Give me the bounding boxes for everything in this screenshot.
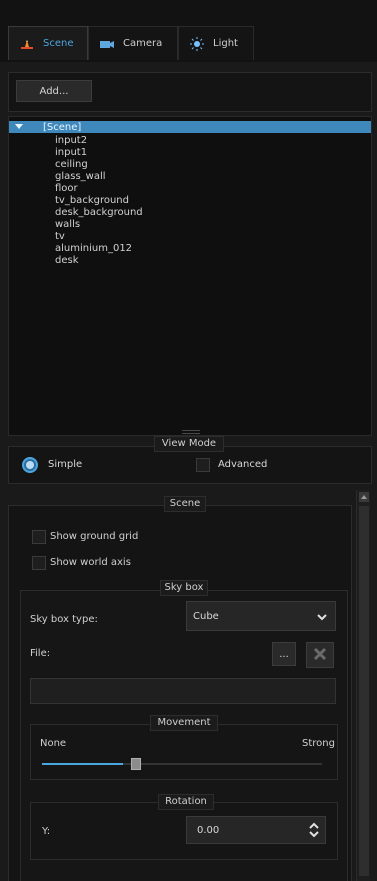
show-world-axis-label: Show world axis bbox=[50, 557, 131, 568]
rotation-y-value: 0.00 bbox=[197, 824, 220, 836]
add-button[interactable]: Add... bbox=[16, 80, 92, 102]
sky-box-type-label: Sky box type: bbox=[30, 614, 98, 625]
movement-slider-handle[interactable] bbox=[131, 758, 142, 770]
scroll-thumb[interactable] bbox=[359, 506, 369, 876]
tab-light[interactable]: Light bbox=[178, 26, 254, 60]
file-label: File: bbox=[30, 648, 51, 659]
tree-item-glass-wall[interactable]: glass_wall bbox=[55, 171, 106, 183]
tree-item-desk-background[interactable]: desk_background bbox=[55, 207, 143, 219]
spin-arrows-icon[interactable] bbox=[309, 821, 319, 842]
movement-title: Movement bbox=[150, 715, 218, 731]
splitter-handle[interactable] bbox=[182, 430, 200, 434]
scroll-up-icon[interactable] bbox=[359, 492, 369, 502]
sky-box-type-value: Cube bbox=[193, 610, 219, 622]
collapse-arrow-icon[interactable] bbox=[15, 122, 25, 133]
advanced-label: Advanced bbox=[218, 459, 268, 470]
view-mode-title: View Mode bbox=[154, 436, 224, 452]
show-ground-grid-checkbox[interactable] bbox=[32, 530, 46, 544]
light-icon bbox=[189, 36, 205, 51]
tree-item-desk[interactable]: desk bbox=[55, 255, 79, 267]
movement-min-label: None bbox=[40, 738, 67, 749]
tree-root-label: [Scene] bbox=[43, 121, 82, 133]
tree-item-tv-background[interactable]: tv_background bbox=[55, 195, 129, 207]
rotation-title: Rotation bbox=[158, 794, 214, 810]
clear-file-button[interactable] bbox=[306, 642, 334, 668]
tree-item-floor[interactable]: floor bbox=[55, 183, 78, 195]
tab-label: Light bbox=[213, 38, 238, 49]
tree-item-ceiling[interactable]: ceiling bbox=[55, 159, 88, 171]
chevron-down-icon bbox=[317, 613, 327, 624]
close-icon bbox=[313, 647, 327, 664]
movement-group bbox=[30, 724, 338, 780]
show-ground-grid-label: Show ground grid bbox=[50, 531, 139, 542]
scene-group-title: Scene bbox=[164, 496, 206, 512]
tab-label: Scene bbox=[43, 38, 74, 49]
tree-item-tv[interactable]: tv bbox=[55, 231, 65, 243]
simple-label: Simple bbox=[48, 459, 83, 470]
movement-slider-track[interactable] bbox=[42, 763, 322, 765]
movement-max-label: Strong bbox=[302, 738, 335, 749]
properties-scrollbar[interactable] bbox=[356, 490, 370, 881]
tree-item-aluminium-012[interactable]: aluminium_012 bbox=[55, 243, 132, 255]
rotation-y-spinbox[interactable]: 0.00 bbox=[186, 816, 326, 844]
tree-root-row[interactable]: [Scene] bbox=[9, 121, 371, 133]
browse-file-button[interactable]: ... bbox=[272, 642, 296, 666]
tree-item-input2[interactable]: input2 bbox=[55, 135, 87, 147]
tree-item-input1[interactable]: input1 bbox=[55, 147, 87, 159]
advanced-checkbox[interactable] bbox=[196, 458, 210, 472]
rotation-y-label: Y: bbox=[42, 826, 51, 837]
scene-tree: [Scene] input2 input1 ceiling glass_wall… bbox=[8, 116, 372, 436]
tab-scene[interactable]: Scene bbox=[8, 26, 88, 60]
simple-radio[interactable] bbox=[22, 457, 38, 473]
tab-label: Camera bbox=[123, 38, 163, 49]
scene-icon bbox=[19, 37, 35, 51]
camera-icon bbox=[99, 37, 115, 51]
sky-box-title: Sky box bbox=[160, 580, 208, 596]
movement-slider-fill bbox=[42, 763, 124, 765]
sky-box-type-select[interactable]: Cube bbox=[186, 601, 336, 631]
tree-item-walls[interactable]: walls bbox=[55, 219, 80, 231]
sky-box-file-field[interactable] bbox=[30, 678, 336, 704]
show-world-axis-checkbox[interactable] bbox=[32, 556, 46, 570]
tab-camera[interactable]: Camera bbox=[88, 26, 178, 60]
